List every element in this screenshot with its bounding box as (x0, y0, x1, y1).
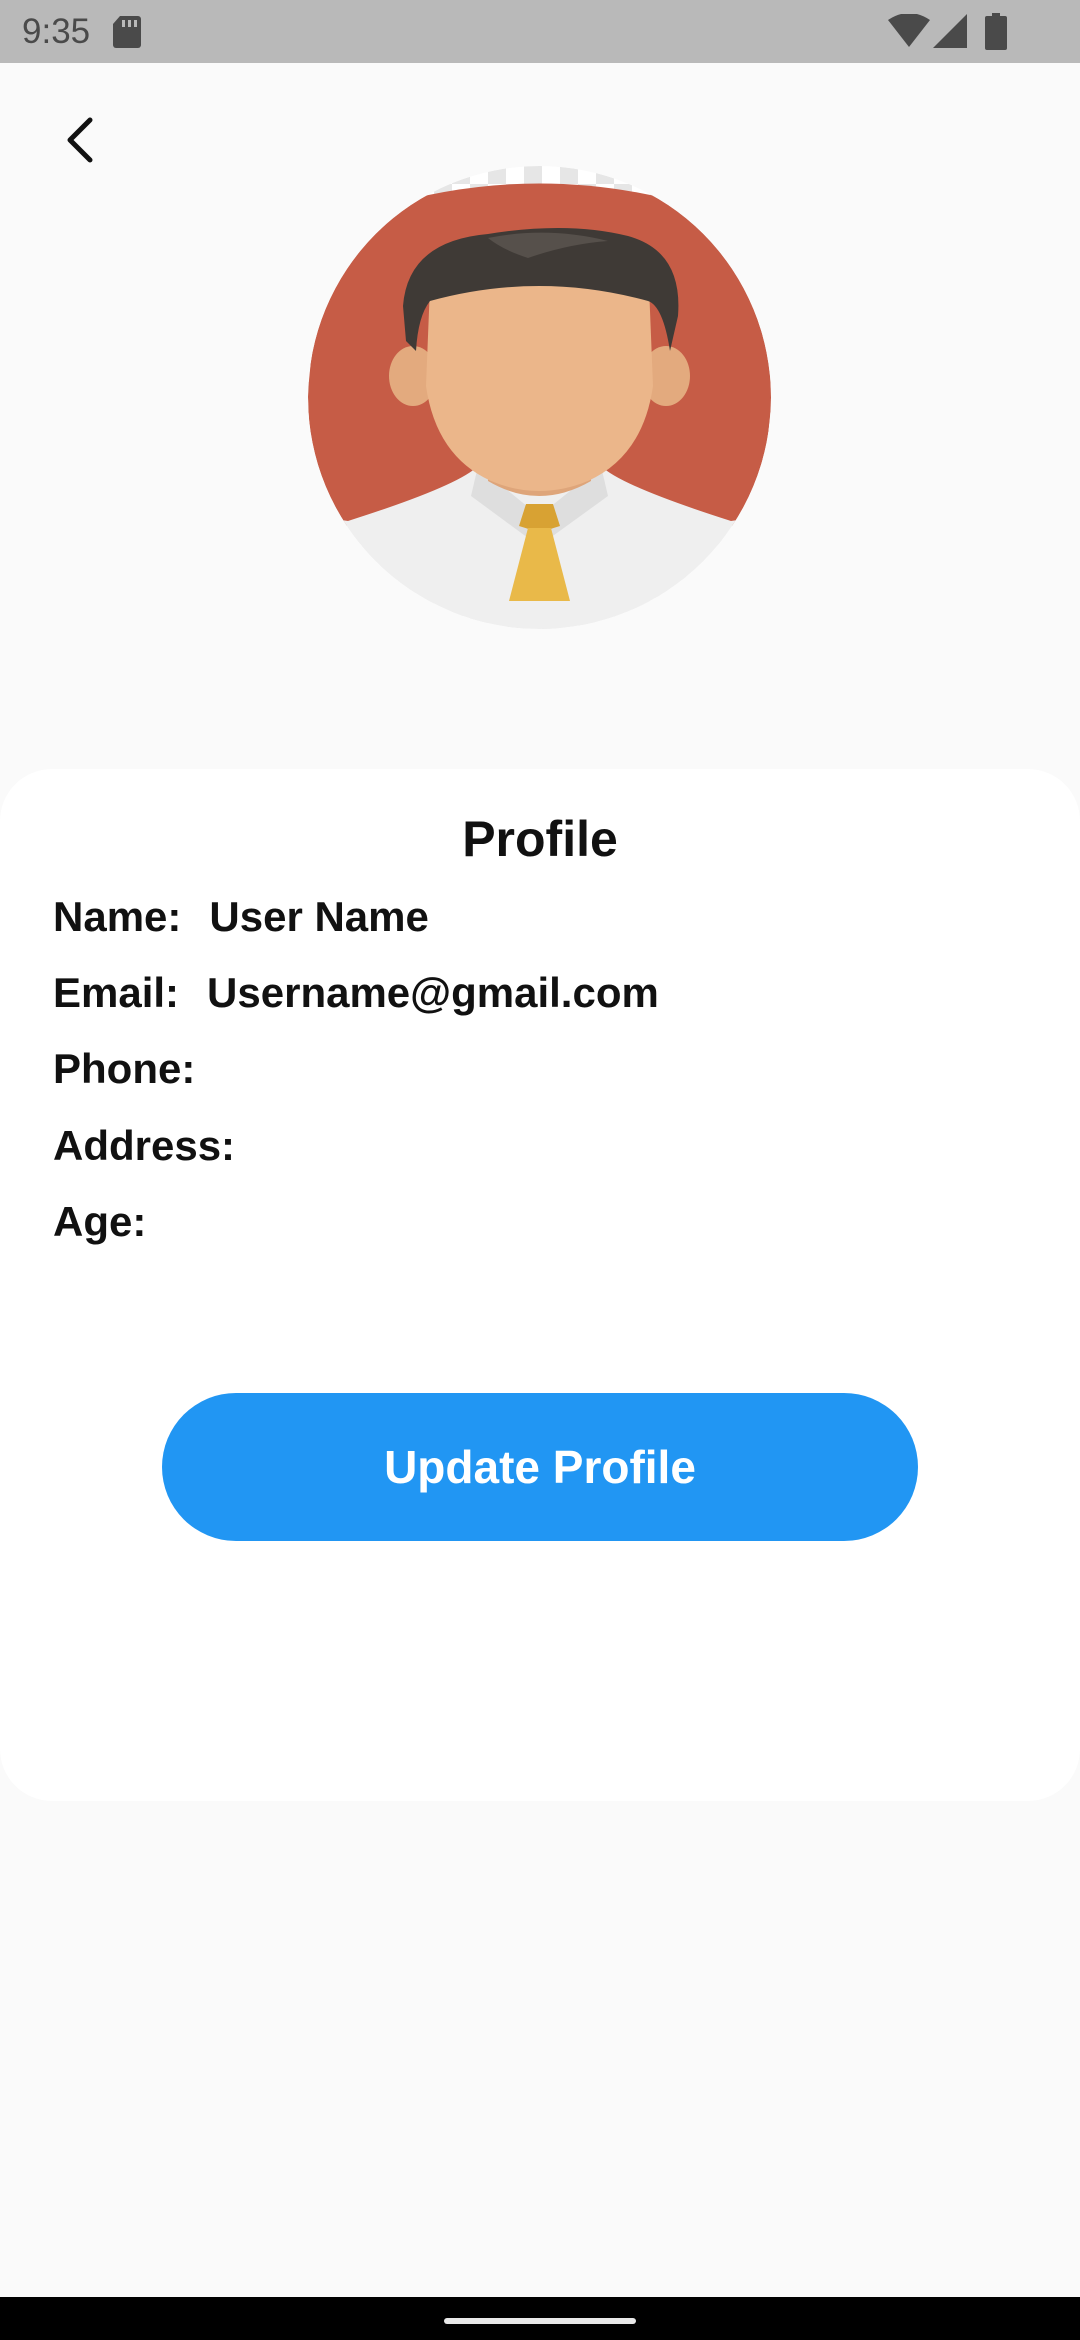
age-row: Age: (53, 1196, 174, 1248)
user-avatar-illustration (308, 166, 771, 629)
battery-icon (985, 13, 1007, 50)
wifi-icon (888, 14, 930, 47)
phone-label: Phone: (53, 1045, 196, 1092)
name-label: Name: (53, 893, 182, 940)
profile-card: Profile Name: User Name Email: Username@gm… (0, 769, 1080, 1801)
avatar (308, 166, 771, 629)
chevron-left-icon (67, 117, 93, 163)
update-profile-button[interactable]: Update Profile (162, 1393, 918, 1541)
name-value: User Name (209, 893, 429, 940)
page-title: Profile (462, 811, 618, 867)
name-row: Name: User Name (53, 891, 429, 943)
email-row: Email: Username@gmail.com (53, 967, 659, 1019)
email-value: Username@gmail.com (207, 969, 659, 1016)
age-label: Age: (53, 1198, 147, 1245)
status-time: 9:35 (22, 12, 91, 51)
home-indicator[interactable] (444, 2318, 636, 2324)
status-bar: 9:35 (0, 0, 1080, 63)
profile-screen: 9:35 Profile Name: User Name Email: User… (0, 0, 1080, 2340)
address-row: Address: (53, 1120, 263, 1172)
address-label: Address: (53, 1122, 236, 1169)
back-button[interactable] (44, 104, 116, 176)
email-label: Email: (53, 969, 180, 1016)
sd-card-icon (113, 16, 141, 48)
phone-row: Phone: (53, 1043, 223, 1095)
signal-icon (933, 14, 967, 48)
